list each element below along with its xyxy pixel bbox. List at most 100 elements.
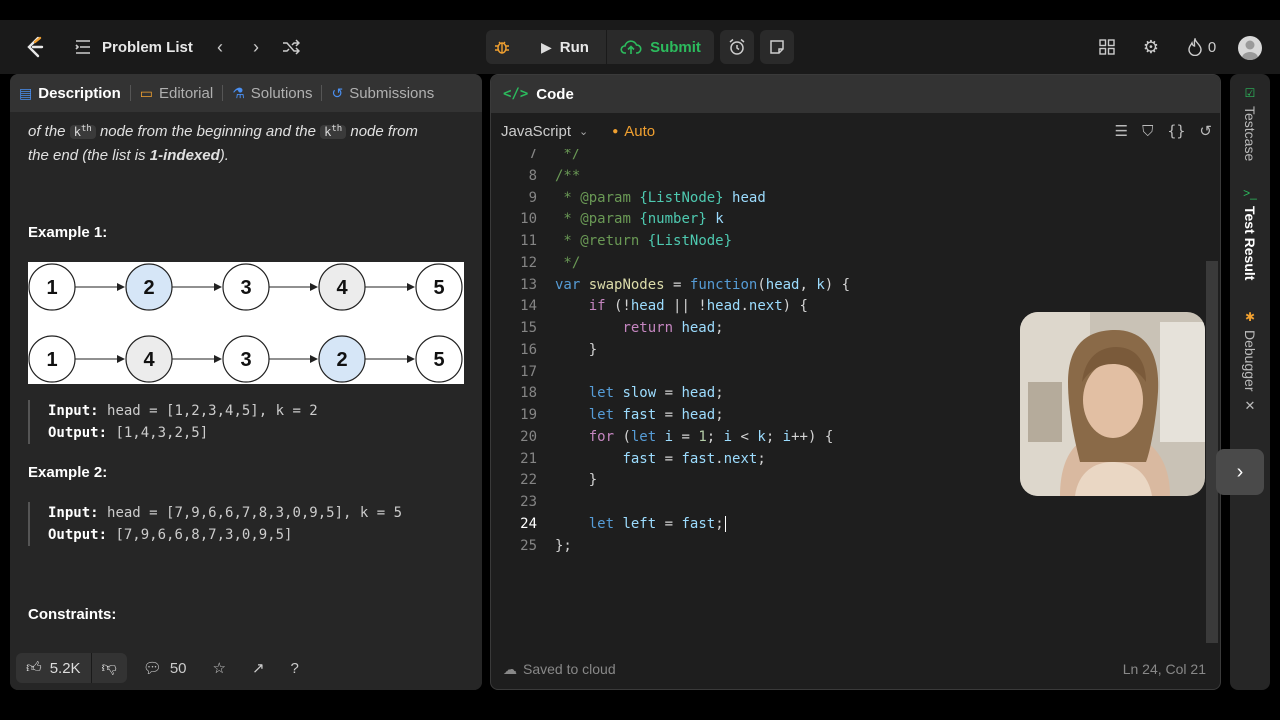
list-node-value: 1 xyxy=(46,349,57,371)
line-number: 15 xyxy=(520,320,537,336)
bottom-letterbox xyxy=(0,700,1280,720)
vote-group: 👍︎ 5.2K 👎︎ xyxy=(16,653,127,683)
list-node-value: 2 xyxy=(143,277,154,299)
tab-editorial[interactable]: ▭ Editorial xyxy=(131,74,222,112)
code-text: }; xyxy=(555,537,572,554)
line-number: 11 xyxy=(520,233,537,249)
tab-description[interactable]: ▤ Description xyxy=(10,74,130,112)
code-text: /** xyxy=(555,167,581,184)
code-text: let fast = head; xyxy=(588,407,724,423)
code-text: var swapNodes = function(head, k) { xyxy=(555,276,851,293)
description-panel: ▤ Description ▭ Editorial ⚗ Solutions ↺ … xyxy=(10,74,482,690)
layout-grid-icon[interactable] xyxy=(1096,37,1118,57)
problem-list-link[interactable]: Problem List xyxy=(102,36,193,58)
description-line-1: of the kth node from the beginning and t… xyxy=(28,123,418,140)
code-text: let left = fast; xyxy=(588,515,726,532)
tab-submissions[interactable]: ↺ Submissions xyxy=(322,74,443,112)
leetcode-logo[interactable] xyxy=(22,34,48,60)
tab-debugger[interactable]: ✱ Debugger ✕ xyxy=(1238,310,1262,414)
curly-braces-icon[interactable]: {} xyxy=(1167,122,1185,140)
submit-button[interactable]: Submit xyxy=(606,30,714,64)
reset-icon[interactable]: ↺ xyxy=(1199,122,1212,140)
dislike-button[interactable]: 👎︎ xyxy=(92,653,127,683)
help-question-icon[interactable]: ? xyxy=(281,660,309,677)
list-node-value: 5 xyxy=(433,277,444,299)
webcam-overlay xyxy=(1020,312,1205,496)
flame-icon xyxy=(1188,38,1202,56)
expand-chevron-right-icon[interactable]: › xyxy=(1216,449,1264,495)
settings-gear-icon[interactable]: ⚙ xyxy=(1140,37,1162,57)
run-button[interactable]: ▶ Run xyxy=(524,34,606,60)
k-th-inline-code: kth xyxy=(69,124,96,139)
list-node-value: 3 xyxy=(240,349,251,371)
cloud-saved-icon: ☁ xyxy=(503,660,517,677)
code-text: */ xyxy=(555,149,581,162)
flask-icon: ⚗ xyxy=(232,84,245,101)
line-number: 9 xyxy=(528,189,537,206)
thumbs-down-icon: 👎︎ xyxy=(101,659,117,676)
line-number: 17 xyxy=(520,363,537,380)
line-number: 19 xyxy=(520,407,537,423)
comments-button[interactable]: 💬︎ 50 xyxy=(133,659,197,678)
shuffle-icon[interactable] xyxy=(280,37,302,57)
debug-bug-icon[interactable] xyxy=(490,35,514,59)
list-icon[interactable] xyxy=(74,38,92,56)
code-text: * @param {ListNode} head xyxy=(555,189,766,206)
line-number: 13 xyxy=(520,276,537,293)
streak-counter[interactable]: 0 xyxy=(1182,36,1222,58)
problem-footer: 👍︎ 5.2K 👎︎ 💬︎ 50 ☆ ↗ ? xyxy=(10,646,482,690)
code-text: fast = fast.next; xyxy=(622,450,766,467)
next-problem-icon[interactable]: › xyxy=(246,37,266,57)
line-number: 24 xyxy=(520,515,537,532)
list-node-value: 4 xyxy=(336,277,348,299)
code-text: } xyxy=(555,472,598,489)
format-lines-icon[interactable]: ☰ xyxy=(1115,122,1128,140)
problem-description: of the kth node from the beginning and t… xyxy=(28,118,468,167)
example-1-heading: Example 1: xyxy=(28,224,108,241)
line-number: 10 xyxy=(520,211,537,228)
close-icon[interactable]: ✕ xyxy=(1245,398,1256,414)
user-avatar[interactable] xyxy=(1238,36,1262,60)
cursor-position: Ln 24, Col 21 xyxy=(1122,661,1206,677)
k-th-inline-code: kth xyxy=(320,124,347,139)
history-icon: ↺ xyxy=(331,84,344,101)
editor-toolbar: JavaScript ⌄ ● Auto ☰ ⛉ {} ↺ xyxy=(491,113,1220,149)
alarm-clock-icon[interactable] xyxy=(720,30,754,64)
bookmark-icon[interactable]: ⛉ xyxy=(1142,123,1153,140)
language-select[interactable]: JavaScript ⌄ xyxy=(501,123,588,140)
tab-test-result[interactable]: >_ Test Result xyxy=(1238,186,1262,280)
prev-problem-icon[interactable]: ‹ xyxy=(210,37,230,57)
tab-testcase[interactable]: ☑ Testcase xyxy=(1238,86,1262,161)
code-text: * @return {ListNode} xyxy=(555,233,733,249)
document-icon: ▤ xyxy=(19,84,33,101)
book-icon: ▭ xyxy=(139,84,153,101)
code-brackets-icon: </> xyxy=(503,86,529,102)
favorite-star-icon[interactable]: ☆ xyxy=(203,659,236,677)
share-external-icon[interactable]: ↗ xyxy=(242,659,275,677)
auto-mode-toggle[interactable]: ● Auto xyxy=(612,123,655,140)
line-number: 25 xyxy=(520,537,537,554)
code-text: if (!head || !head.next) { xyxy=(588,298,808,315)
like-button[interactable]: 👍︎ 5.2K xyxy=(16,653,91,683)
line-number: 21 xyxy=(520,450,537,467)
list-node-value: 5 xyxy=(433,349,444,371)
code-text: return head; xyxy=(622,320,724,336)
code-panel-header: </> Code xyxy=(491,75,1220,113)
code-text: * @param {number} k xyxy=(555,211,724,228)
side-rail: ☑ Testcase >_ Test Result ✱ Debugger ✕ xyxy=(1230,74,1270,690)
thumbs-up-icon: 👍︎ xyxy=(26,659,42,676)
terminal-icon: >_ xyxy=(1243,186,1257,200)
example-1-io: Input: head = [1,2,3,4,5], k = 2 Output:… xyxy=(28,400,468,444)
line-number: 22 xyxy=(520,472,537,489)
list-node-value: 4 xyxy=(143,349,155,371)
list-node-value: 3 xyxy=(240,277,251,299)
line-number: 16 xyxy=(520,341,537,358)
note-icon[interactable] xyxy=(760,30,794,64)
description-line-2: the end (the list is 1-indexed). xyxy=(28,147,229,164)
code-text: for (let i = 1; i < k; i++) { xyxy=(588,428,834,445)
line-number: 8 xyxy=(528,167,537,184)
line-number: 18 xyxy=(520,385,537,402)
tab-solutions[interactable]: ⚗ Solutions xyxy=(223,74,321,112)
line-number: 23 xyxy=(520,494,537,510)
comment-bubble-icon: 💬︎ xyxy=(142,660,162,677)
